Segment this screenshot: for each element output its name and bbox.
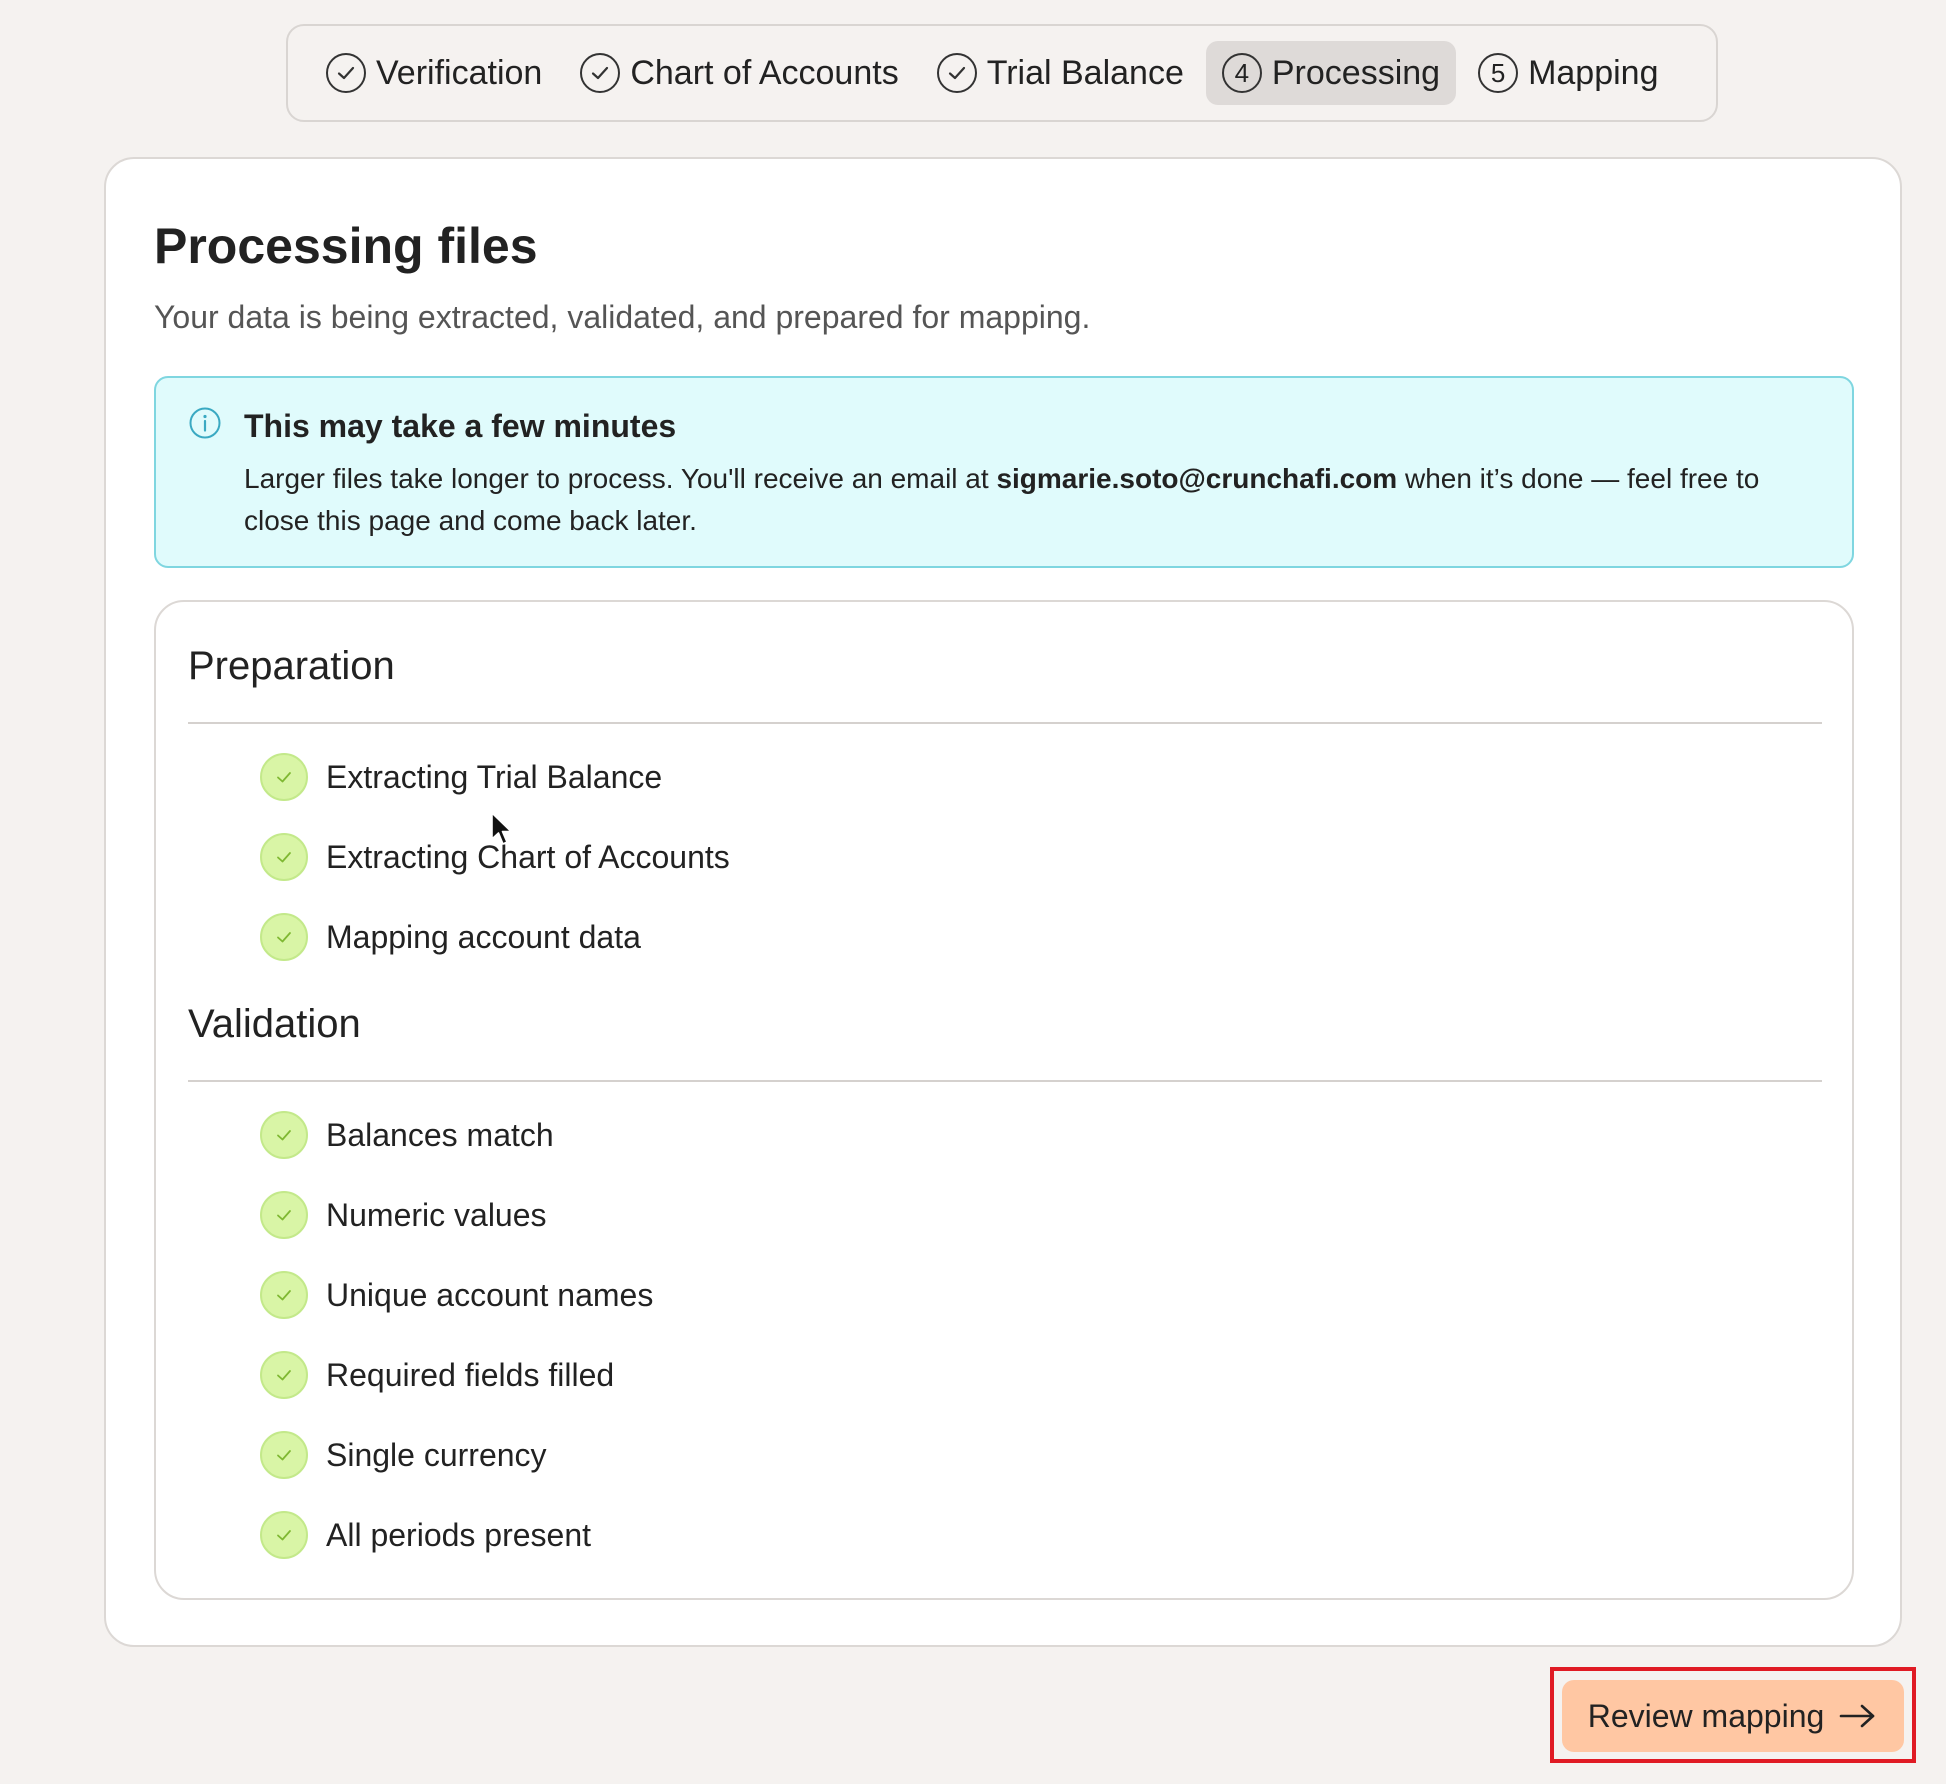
list-item: Extracting Trial Balance xyxy=(188,737,1822,817)
info-body: Larger files take longer to process. You… xyxy=(244,458,1824,542)
section-title: Validation xyxy=(188,1002,361,1046)
checklist-panel: Preparation Extracting Trial Balance Ext… xyxy=(154,600,1854,1600)
page-title: Processing files xyxy=(154,218,538,274)
step-label: Trial Balance xyxy=(986,53,1184,92)
step-mapping[interactable]: 5 Mapping xyxy=(1462,41,1674,105)
item-label: Mapping account data xyxy=(326,918,641,955)
section-title: Preparation xyxy=(188,644,395,688)
preparation-list: Extracting Trial Balance Extracting Char… xyxy=(188,737,1822,977)
step-chart-of-accounts[interactable]: Chart of Accounts xyxy=(564,41,914,105)
list-item: Required fields filled xyxy=(188,1335,1822,1415)
info-title: This may take a few minutes xyxy=(244,408,677,444)
step-trial-balance[interactable]: Trial Balance xyxy=(921,41,1200,105)
step-processing[interactable]: 4 Processing xyxy=(1205,41,1457,105)
check-circle-icon xyxy=(326,53,366,93)
divider xyxy=(188,722,1822,724)
list-item: Mapping account data xyxy=(188,897,1822,977)
list-item: Unique account names xyxy=(188,1255,1822,1335)
check-icon xyxy=(260,1511,308,1559)
list-item: Single currency xyxy=(188,1415,1822,1495)
item-label: All periods present xyxy=(326,1516,592,1553)
item-label: Single currency xyxy=(326,1436,547,1473)
step-number-icon: 5 xyxy=(1478,53,1519,93)
progress-stepper: Verification Chart of Accounts Trial Bal… xyxy=(286,24,1718,122)
item-label: Extracting Chart of Accounts xyxy=(326,838,730,875)
page-subtitle: Your data is being extracted, validated,… xyxy=(154,299,1091,335)
check-circle-icon xyxy=(936,53,977,93)
check-icon xyxy=(260,1351,308,1399)
info-icon xyxy=(189,407,221,439)
step-verification[interactable]: Verification xyxy=(310,41,558,105)
step-label: Processing xyxy=(1271,53,1441,92)
validation-section: Validation Balances match Numeric values… xyxy=(188,994,1822,1575)
item-label: Numeric values xyxy=(326,1196,547,1233)
list-item: Numeric values xyxy=(188,1175,1822,1255)
review-mapping-button[interactable]: Review mapping xyxy=(1562,1680,1904,1752)
item-label: Unique account names xyxy=(326,1276,654,1313)
step-label: Chart of Accounts xyxy=(630,53,899,92)
list-item: All periods present xyxy=(188,1495,1822,1575)
check-circle-icon xyxy=(580,53,621,93)
button-label: Review mapping xyxy=(1587,1697,1825,1734)
check-icon xyxy=(260,1431,308,1479)
check-icon xyxy=(260,1111,308,1159)
check-icon xyxy=(260,913,308,961)
arrow-right-icon xyxy=(1839,1704,1875,1728)
item-label: Required fields filled xyxy=(326,1356,615,1393)
item-label: Extracting Trial Balance xyxy=(326,758,663,795)
info-body-text: Larger files take longer to process. You… xyxy=(244,463,997,494)
check-icon xyxy=(260,753,308,801)
info-banner: This may take a few minutes Larger files… xyxy=(154,376,1854,568)
step-label: Mapping xyxy=(1528,53,1659,92)
step-number-icon: 4 xyxy=(1221,53,1262,93)
divider xyxy=(188,1080,1822,1082)
processing-card: Processing files Your data is being extr… xyxy=(104,157,1902,1647)
item-label: Balances match xyxy=(326,1116,554,1153)
mouse-cursor-icon xyxy=(491,812,512,845)
check-icon xyxy=(260,1191,308,1239)
check-icon xyxy=(260,833,308,881)
step-label: Verification xyxy=(376,53,543,92)
preparation-section: Preparation Extracting Trial Balance Ext… xyxy=(188,636,1822,977)
check-icon xyxy=(260,1271,308,1319)
validation-list: Balances match Numeric values Unique acc… xyxy=(188,1095,1822,1575)
list-item: Balances match xyxy=(188,1095,1822,1175)
list-item: Extracting Chart of Accounts xyxy=(188,817,1822,897)
notification-email: sigmarie.soto@crunchafi.com xyxy=(996,463,1398,494)
